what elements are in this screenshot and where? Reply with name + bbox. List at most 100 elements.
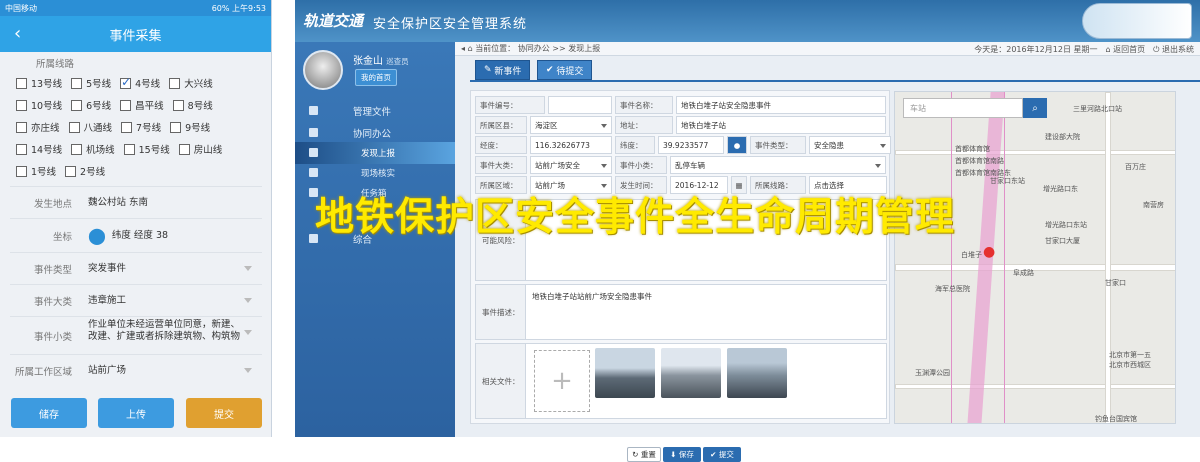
tab-new-event[interactable]: ✎ 新事件 <box>475 60 531 80</box>
sidebar-item-label: 发现上报 <box>361 149 396 159</box>
today-label: 今天是：2016年12月12日 星期一 <box>974 44 1098 54</box>
map-place-label: 阜成路 <box>1013 269 1034 277</box>
line-checkbox[interactable]: 房山线 <box>178 142 222 156</box>
search-icon[interactable]: ⌕ <box>1023 98 1047 118</box>
work-area-select[interactable]: 所属工作区域 站前广场 <box>10 354 262 386</box>
line-checkbox-label: 昌平线 <box>135 101 164 112</box>
return-home-link[interactable]: ⌂ 返回首页 <box>1106 44 1146 55</box>
subcategory-select[interactable]: 乱停车辆 <box>670 156 886 174</box>
line-checkbox[interactable]: 14号线 <box>16 142 62 156</box>
line-checkbox[interactable]: 八通线 <box>68 120 112 134</box>
map-pin-icon: ● <box>733 140 741 150</box>
my-home-button[interactable]: 我的首页 <box>355 69 397 86</box>
sidebar-item[interactable]: 协同办公 <box>295 122 455 144</box>
system-title: 安全保护区安全管理系统 <box>373 17 528 32</box>
map-pin-button[interactable]: ● <box>727 136 747 154</box>
event-type-value: 突发事件 <box>88 262 127 274</box>
line-checkbox[interactable]: 6号线 <box>71 98 111 112</box>
line-checkbox-label: 6号线 <box>86 101 112 112</box>
home-icon: ⌂ <box>467 44 476 53</box>
line-checkbox[interactable]: 1号线 <box>16 164 56 178</box>
address-label: 地址： <box>615 116 673 134</box>
line-checkbox[interactable]: 大兴线 <box>169 76 213 90</box>
line-checkbox[interactable]: 2号线 <box>65 164 105 178</box>
event-no-label: 事件编号： <box>475 96 545 114</box>
category-select[interactable]: 站前广场安全 <box>530 156 612 174</box>
type-select[interactable]: 安全隐患 <box>809 136 891 154</box>
line-checkbox[interactable]: 昌平线 <box>120 98 164 112</box>
chevron-down-icon <box>244 368 252 373</box>
map-place-label: 海军总医院 <box>935 285 970 293</box>
event-no-input[interactable] <box>548 96 612 114</box>
line-checkbox-label: 机场线 <box>86 145 115 156</box>
photo-thumbnail[interactable] <box>661 348 721 398</box>
event-subcategory-select[interactable]: 事件小类 作业单位未经运营单位同意，新建、改建、扩建或者拆除建筑物、构筑物 <box>10 316 262 354</box>
line-checkbox-label: 14号线 <box>31 145 63 156</box>
line-checkbox[interactable]: 机场线 <box>71 142 115 156</box>
chevron-down-icon <box>244 266 252 271</box>
save-form-button[interactable]: ⬇ 保存 <box>663 447 701 462</box>
subcategory-label: 事件小类： <box>615 156 667 174</box>
line-checkbox-label: 大兴线 <box>184 79 213 90</box>
photo-thumbnail[interactable] <box>595 348 655 398</box>
phone-status-bar: 中国移动 60% 上午9:53 <box>0 0 271 16</box>
event-category-value: 违章施工 <box>88 294 127 306</box>
map-place-label: 钓鱼台国宾馆 <box>1095 415 1137 423</box>
line-checkbox[interactable]: 13号线 <box>16 76 62 90</box>
address-input[interactable]: 地铁白堆子站 <box>676 116 886 134</box>
line-checkbox[interactable]: 5号线 <box>71 76 111 90</box>
reset-button[interactable]: ↻ 重置 <box>627 447 661 462</box>
app-bar: ‹ 事件采集 <box>0 16 271 52</box>
line-checkbox-label: 13号线 <box>31 79 63 90</box>
logout-link[interactable]: ⏻ 退出系统 <box>1153 44 1194 55</box>
unchecked-box-icon <box>121 121 133 133</box>
district-select[interactable]: 海淀区 <box>530 116 612 134</box>
description-label: 事件描述： <box>476 285 526 339</box>
sidebar-item-label: 管理文件 <box>353 107 392 118</box>
sidebar-item[interactable]: 发现上报 <box>295 142 455 164</box>
train-illustration <box>1082 3 1192 39</box>
add-file-icon[interactable]: + <box>534 350 590 412</box>
tab-pending[interactable]: ✔ 待提交 <box>537 60 593 80</box>
line-checkbox[interactable]: 15号线 <box>123 142 170 156</box>
map-search-input[interactable]: 车站 <box>903 98 1023 118</box>
map-road <box>1105 92 1111 423</box>
line-checkbox[interactable]: 10号线 <box>16 98 62 112</box>
latitude-input[interactable]: 39.9233577 <box>658 136 724 154</box>
line-checkbox[interactable]: 7号线 <box>121 120 161 134</box>
photo-thumbnail[interactable] <box>727 348 787 398</box>
sidebar-item[interactable]: 现场核实 <box>295 162 455 184</box>
line-checkbox[interactable]: 9号线 <box>170 120 210 134</box>
line-checkbox-label: 2号线 <box>80 167 106 178</box>
submit-button[interactable]: 提交 <box>186 398 262 428</box>
submit-form-button[interactable]: ✔ 提交 <box>703 447 741 462</box>
save-button[interactable]: 储存 <box>11 398 87 428</box>
map-place-label: 北京市西城区 <box>1109 361 1151 369</box>
sidebar-item-label: 协同办公 <box>353 129 392 140</box>
map-marker-icon[interactable]: ● <box>983 244 995 260</box>
map-road <box>895 384 1175 389</box>
back-arrow-icon[interactable]: ‹ <box>14 23 21 44</box>
folder-icon <box>309 106 318 115</box>
map-panel[interactable]: 三里河路北口站 建设部大院 首都体育馆 首都体育馆南路 首都体育馆南路东 甘家口东站 增光路… <box>894 91 1176 424</box>
line-checkbox[interactable]: 4号线 <box>120 75 160 90</box>
event-name-label: 事件名称： <box>615 96 673 114</box>
folder-icon <box>309 128 318 137</box>
user-name: 张金山 巡查员 <box>353 52 409 67</box>
checked-box-icon <box>120 75 131 89</box>
line-checkbox[interactable]: 8号线 <box>172 98 213 112</box>
line-checkbox-label: 5号线 <box>86 79 112 90</box>
event-category-label: 事件大类 <box>33 296 72 308</box>
sidebar-item[interactable]: 管理文件 <box>295 100 455 122</box>
line-checkbox-label: 15号线 <box>138 145 170 156</box>
line-row: 1号线 2号线 <box>16 160 266 182</box>
line-checkbox[interactable]: 亦庄线 <box>16 120 60 134</box>
event-category-select[interactable]: 事件大类 违章施工 <box>10 284 262 316</box>
upload-button[interactable]: 上传 <box>98 398 174 428</box>
longitude-input[interactable]: 116.32626773 <box>530 136 612 154</box>
event-name-input[interactable]: 地铁白堆子站安全隐患事件 <box>676 96 886 114</box>
unchecked-box-icon <box>16 143 27 155</box>
description-textarea[interactable]: 事件描述： 地铁白堆子站站前广场安全隐患事件 <box>475 284 887 340</box>
event-type-select[interactable]: 事件类型 突发事件 <box>10 252 262 284</box>
user-name-text: 张金山 <box>353 56 383 67</box>
